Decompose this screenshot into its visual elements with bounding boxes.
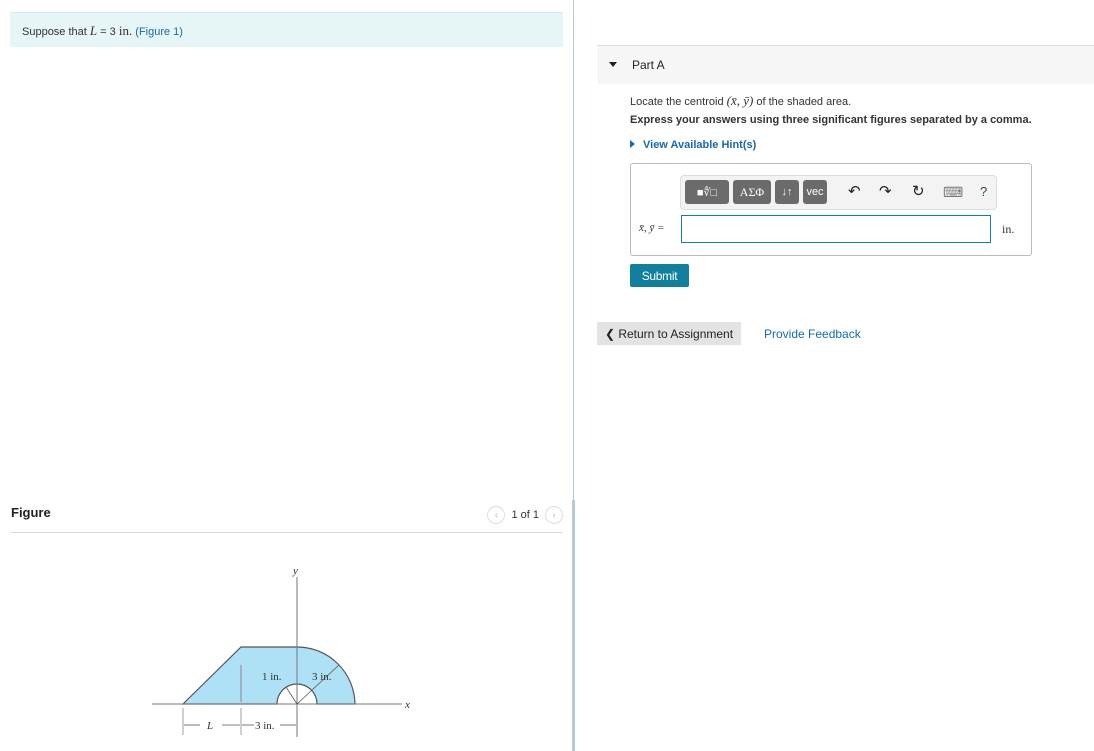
greek-button[interactable]: ΑΣΦ [733,180,771,204]
pager-count: 1 of 1 [511,509,539,521]
intro-prefix: Suppose that [22,26,90,38]
vec-button[interactable]: vec [803,180,827,204]
outer-radius-label: 3 in. [312,671,332,683]
answer-input[interactable] [681,215,991,243]
x-axis-label: x [404,699,410,711]
figure-pager: ‹ 1 of 1 › [487,506,563,524]
question-math: (x̄, ȳ) [726,93,754,108]
y-axis-label: y [292,565,298,577]
chevron-right-icon: › [552,509,556,521]
intro-text: Suppose that L = 3 in. (Figure 1) [22,23,183,39]
prev-figure-button[interactable]: ‹ [487,506,506,524]
dim-label-3in: 3 in. [255,720,275,732]
figure-title: Figure [11,505,51,520]
submit-button[interactable]: Submit [630,264,689,287]
return-to-assignment-button[interactable]: ❮ Return to Assignment [597,322,741,345]
inner-radius-label: 1 in. [262,671,282,683]
question-prefix: Locate the centroid [630,96,727,108]
help-icon[interactable]: ? [980,184,987,200]
greek-icon: ΑΣΦ [739,184,765,199]
intro-equals: = 3 [97,26,119,38]
intro-unit: in. [118,23,133,38]
next-figure-button[interactable]: › [545,506,563,524]
arrows-button[interactable]: ↓↑ [775,180,799,204]
chevron-left-icon: ‹ [494,509,499,521]
undo-icon[interactable]: ↶ [848,184,861,200]
keyboard-icon[interactable]: ⌨ [943,184,963,200]
provide-feedback-link[interactable]: Provide Feedback [764,327,861,341]
dim-label-L: L [206,720,213,732]
templates-button[interactable]: ■∜□ [685,180,729,204]
figure-link[interactable]: (Figure 1) [135,26,183,38]
caret-right-icon [630,140,635,148]
instruction-text: Express your answers using three signifi… [630,114,1032,126]
answer-unit: in. [1002,222,1015,236]
figure-diagram: y x 1 in. 3 in. L 3 in. [152,565,410,737]
part-a-header[interactable]: Part A [597,45,1094,84]
pane-divider [573,0,574,500]
templates-icon: ■∜□ [696,186,718,199]
question-text: Locate the centroid (x̄, ȳ) of the shade… [630,93,851,109]
caret-down-icon [609,62,617,67]
vec-icon: vec [806,186,824,198]
question-suffix: of the shaded area. [753,96,852,108]
reset-icon[interactable]: ↻ [912,184,925,200]
math-toolbar: ■∜□ ΑΣΦ ↓↑ vec ↶ ↷ ↻ ⌨ ? [680,175,997,210]
figure-header: Figure ‹ 1 of 1 › [10,505,563,533]
part-label: Part A [632,58,665,72]
answer-label: x̄, ȳ = [639,222,665,234]
inner-radius-line [285,686,298,705]
answer-box: ■∜□ ΑΣΦ ↓↑ vec ↶ ↷ ↻ ⌨ ? x̄, ȳ = in. [630,163,1032,256]
left-pane: Suppose that L = 3 in. (Figure 1) Figure… [0,0,573,751]
view-hints-link[interactable]: View Available Hint(s) [630,139,756,151]
arrows-icon: ↓↑ [781,186,793,198]
hints-label: View Available Hint(s) [643,139,757,151]
right-pane: Part A Locate the centroid (x̄, ȳ) of th… [575,0,1094,751]
redo-icon[interactable]: ↷ [879,184,892,200]
problem-intro: Suppose that L = 3 in. (Figure 1) [10,12,563,47]
